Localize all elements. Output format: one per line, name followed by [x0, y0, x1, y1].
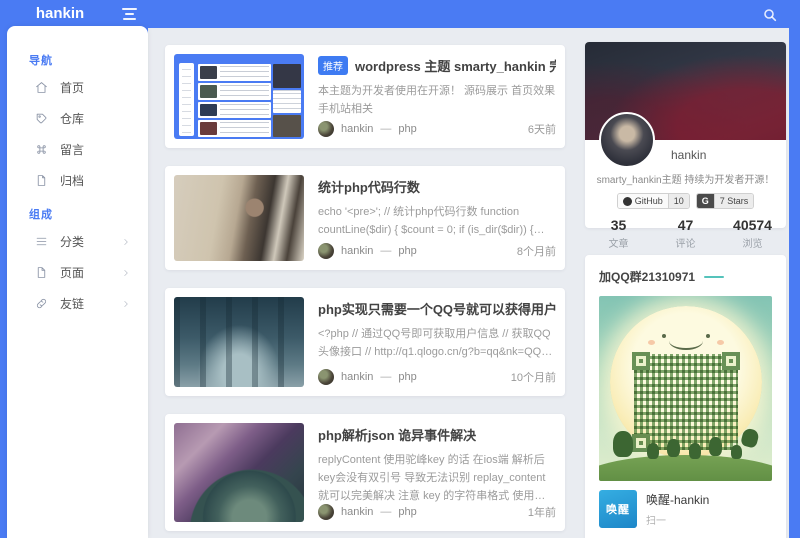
song-subtitle: 扫一 [646, 516, 666, 527]
profile-name: hankin [671, 148, 707, 162]
badge-label: GitHub [634, 196, 663, 206]
post-thumbnail-photo[interactable] [174, 297, 304, 387]
post-title[interactable]: 统计php代码行数 [318, 177, 420, 196]
post-card[interactable]: 推荐 wordpress 主题 smarty_hankin 完全开源 本主题为开… [165, 45, 565, 148]
badge-label: G [696, 194, 714, 208]
site-title[interactable]: hankin [0, 0, 120, 28]
author-avatar [318, 369, 334, 385]
post-category[interactable]: php [398, 123, 416, 135]
chevron-right-icon [124, 269, 128, 276]
nav-sidebar: 导航 首页 仓库 留言 归档 组成 分类 页面 友链 [7, 26, 148, 538]
stars-badge[interactable]: G 7 Stars [695, 193, 755, 209]
post-time: 1年前 [527, 507, 556, 519]
blog-page: hankin 导航 首页 仓库 留言 归档 组成 分类 页面 友链 推荐 wor… [0, 0, 800, 538]
title-dash-accent [704, 275, 725, 278]
post-title[interactable]: php实现只需要一个QQ号就可以获得用户信息 [318, 299, 556, 318]
recommended-badge: 推荐 [318, 56, 348, 75]
post-card[interactable]: 统计php代码行数 echo '<pre>'; // 统计php代码行数 fun… [165, 166, 565, 270]
album-art[interactable]: 唤醒 [599, 490, 637, 528]
post-card[interactable]: php实现只需要一个QQ号就可以获得用户信息 <?php // 通过QQ号即可获… [165, 288, 565, 396]
post-thumbnail-blog-screenshot[interactable] [174, 54, 304, 139]
post-category[interactable]: php [398, 245, 416, 257]
sidebar-item-label: 友链 [60, 297, 85, 311]
stat-articles: 35 文章 [608, 217, 629, 250]
sidebar-item-repository[interactable]: 仓库 [7, 103, 148, 134]
nav-section-label: 导航 [29, 55, 53, 67]
badge-value: 7 Stars [713, 194, 754, 208]
sidebar-item-label: 仓库 [60, 112, 85, 126]
sidebar-item-home[interactable]: 首页 [7, 72, 148, 103]
post-title[interactable]: php解析json 诡异事件解决 [318, 425, 476, 444]
sidebar-item-comments[interactable]: 留言 [7, 134, 148, 165]
archive-file-icon [37, 175, 46, 186]
category-lines-icon [36, 237, 47, 246]
menu-icon[interactable] [122, 8, 139, 21]
badge-value: 10 [667, 194, 689, 208]
sidebar-item-label: 归档 [60, 174, 85, 188]
post-excerpt: echo '<pre>'; // 统计php代码行数 function coun… [318, 206, 534, 237]
meta-separator: — [380, 506, 392, 518]
post-excerpt: 本主题为开发者使用在开源！ 源码展示 首页效果 手机站相关 [318, 85, 556, 116]
widget-column: hankin smarty_hankin主题 持续为开发者开源！ GitHub … [585, 42, 786, 538]
qq-group-title: 加QQ群21310971 [599, 270, 696, 284]
post-excerpt: replyContent 使用驼峰key 的话 在ios端 解析后 key会没有… [318, 454, 546, 503]
stat-views: 40574 浏览 [733, 217, 772, 250]
author-avatar [318, 243, 334, 259]
post-time: 8个月前 [516, 246, 556, 258]
post-category[interactable]: php [398, 506, 416, 518]
repo-tag-icon [36, 113, 47, 124]
profile-card: hankin smarty_hankin主题 持续为开发者开源！ GitHub … [585, 42, 786, 250]
profile-stats: 35 文章 47 评论 40574 浏览 [585, 217, 786, 250]
music-player[interactable]: 唤醒 唤醒-hankin 扫一 [599, 490, 772, 528]
sidebar-item-label: 留言 [60, 143, 85, 157]
sidebar-item-archive[interactable]: 归档 [7, 165, 148, 196]
post-time: 10个月前 [510, 372, 556, 384]
song-title: 唤醒-hankin [646, 493, 710, 507]
sidebar-item-categories[interactable]: 分类 [7, 226, 148, 257]
main-content: 推荐 wordpress 主题 smarty_hankin 完全开源 本主题为开… [148, 28, 789, 538]
chevron-right-icon [124, 300, 128, 307]
github-octocat-icon [622, 196, 632, 206]
github-badge[interactable]: GitHub 10 [616, 193, 690, 209]
link-icon [36, 298, 47, 309]
post-list: 推荐 wordpress 主题 smarty_hankin 完全开源 本主题为开… [165, 45, 565, 531]
post-card[interactable]: php解析json 诡异事件解决 replyContent 使用驼峰key 的话… [165, 414, 565, 531]
sidebar-item-label: 页面 [60, 266, 85, 280]
meta-separator: — [380, 371, 392, 383]
profile-avatar [599, 112, 655, 168]
qq-qr-code-image [599, 296, 772, 481]
post-category[interactable]: php [398, 371, 416, 383]
qq-group-card: 加QQ群21310971 唤醒 唤醒-hankin 扫一 [585, 255, 786, 538]
search-icon[interactable] [762, 7, 778, 23]
post-thumbnail-photo[interactable] [174, 175, 304, 261]
chevron-right-icon [124, 238, 128, 245]
author-name[interactable]: hankin [341, 506, 373, 518]
sidebar-item-pages[interactable]: 页面 [7, 257, 148, 288]
author-avatar [318, 504, 334, 520]
meta-separator: — [380, 245, 392, 257]
author-avatar [318, 121, 334, 137]
author-name[interactable]: hankin [341, 245, 373, 257]
author-name[interactable]: hankin [341, 123, 373, 135]
profile-bio: smarty_hankin主题 持续为开发者开源！ [596, 175, 775, 186]
qr-code [631, 352, 740, 452]
meta-separator: — [380, 123, 392, 135]
sidebar-item-label: 首页 [60, 81, 85, 95]
command-icon [37, 145, 46, 154]
post-thumbnail-photo[interactable] [174, 423, 304, 522]
post-time: 6天前 [527, 124, 556, 136]
author-name[interactable]: hankin [341, 371, 373, 383]
nav-section-label: 组成 [29, 209, 53, 221]
hill-illustration [599, 455, 772, 481]
page-file-icon [37, 267, 46, 278]
post-title[interactable]: wordpress 主题 smarty_hankin 完全开源 [355, 56, 556, 75]
sidebar-item-links[interactable]: 友链 [7, 288, 148, 319]
home-icon [36, 82, 47, 93]
sidebar-item-label: 分类 [60, 235, 85, 249]
stat-comments: 47 评论 [675, 217, 696, 250]
post-excerpt: <?php // 通过QQ号即可获取用户信息 // 获取QQ头像接口 // ht… [318, 328, 553, 359]
top-bar: hankin [0, 0, 800, 28]
